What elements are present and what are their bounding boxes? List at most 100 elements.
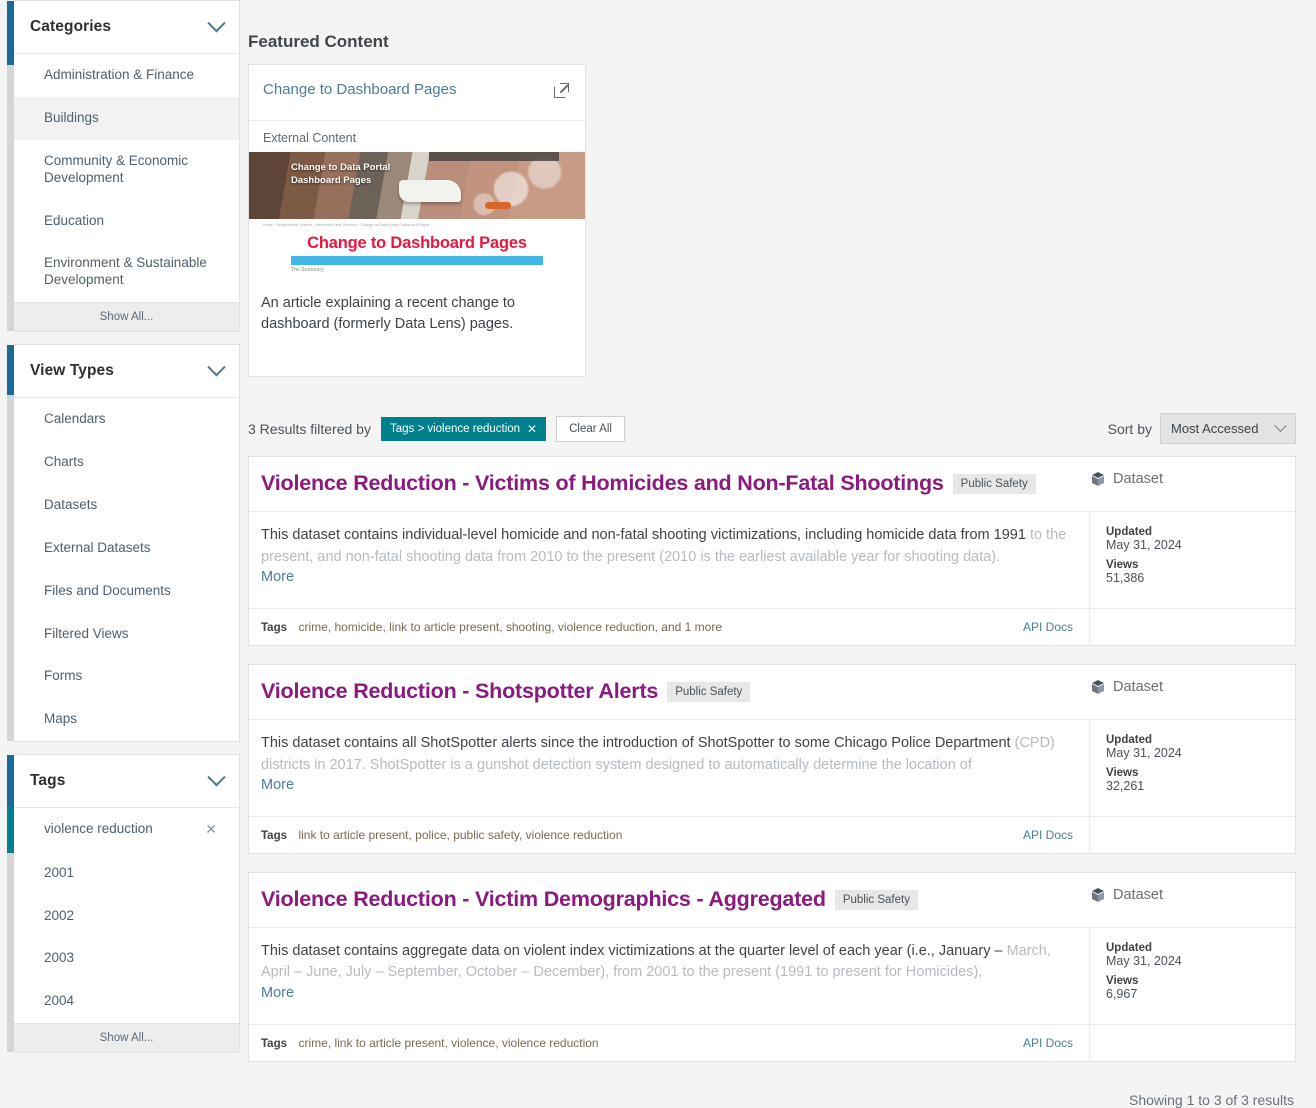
filter-chip-label: Tags > violence reduction (389, 422, 521, 435)
result-card: Violence Reduction - Victims of Homicide… (248, 456, 1296, 646)
thumbnail-photo: Change to Data Portal Dashboard Pages (249, 152, 585, 219)
tags-value[interactable]: link to article present, police, public … (298, 828, 622, 842)
facet-item-buildings[interactable]: Buildings (14, 96, 239, 140)
result-metadata: Updated May 31, 2024 Views 32,261 (1090, 720, 1295, 816)
facet-view-types-header[interactable]: View Types (14, 345, 239, 399)
facet-item-2002[interactable]: 2002 (14, 895, 239, 938)
tags-value[interactable]: crime, homicide, link to article present… (298, 620, 722, 634)
result-category-badge[interactable]: Public Safety (952, 474, 1036, 495)
facet-accent-bar (7, 1, 14, 332)
search-results-page: Categories Administration & Finance Buil… (0, 0, 1316, 1108)
result-description-wrap: This dataset contains all ShotSpotter al… (249, 719, 1090, 816)
facet-item-filtered-views[interactable]: Filtered Views (14, 613, 239, 656)
facet-item-administration-finance[interactable]: Administration & Finance (14, 54, 239, 97)
facet-item-files-and-documents[interactable]: Files and Documents (14, 570, 239, 613)
facet-tags-header[interactable]: Tags (14, 755, 239, 809)
close-icon[interactable]: ✕ (527, 422, 537, 436)
featured-content-heading: Featured Content (248, 32, 389, 51)
result-metadata: Updated May 31, 2024 Views 51,386 (1090, 512, 1295, 608)
result-card-body: This dataset contains all ShotSpotter al… (249, 719, 1295, 816)
sort-controls: Sort by Most Accessed (1108, 413, 1296, 445)
external-link-icon[interactable] (554, 83, 569, 98)
thumbnail-overlay-title: Change to Data Portal Dashboard Pages (291, 162, 391, 186)
facet-item-label: 2003 (44, 950, 75, 966)
facet-item-calendars[interactable]: Calendars (14, 398, 239, 441)
api-docs-link[interactable]: API Docs (1023, 828, 1073, 842)
facet-item-2003[interactable]: 2003 (14, 937, 239, 980)
result-card-footer: Tags crime, link to article present, vio… (249, 1023, 1295, 1061)
result-description-visible: This dataset contains all ShotSpotter al… (261, 734, 1011, 751)
tags-label: Tags (261, 1037, 287, 1050)
result-more-link[interactable]: More (261, 569, 294, 585)
facet-item-label: Files and Documents (44, 582, 171, 598)
sort-by-select[interactable]: Most Accessed (1160, 413, 1296, 445)
thumbnail-caption: Home / Departments / Assets, Information… (249, 219, 585, 281)
results-toolbar: 3 Results filtered by Tags > violence re… (248, 413, 1296, 445)
facet-item-datasets[interactable]: Datasets (14, 484, 239, 527)
facet-item-violence-reduction[interactable]: violence reduction ✕ (14, 808, 239, 852)
result-title-link[interactable]: Violence Reduction - Victims of Homicide… (261, 471, 944, 497)
facet-view-types-list: Calendars Charts Datasets External Datas… (14, 398, 239, 742)
tags-value[interactable]: crime, link to article present, violence… (298, 1036, 598, 1050)
result-more-link[interactable]: More (261, 777, 294, 793)
updated-value: May 31, 2024 (1106, 745, 1182, 760)
featured-thumbnail[interactable]: Change to Data Portal Dashboard Pages Ho… (249, 152, 585, 281)
facet-item-2001[interactable]: 2001 (14, 852, 239, 895)
tags-show-all-button[interactable]: Show All... (14, 1023, 239, 1053)
result-card: Violence Reduction - Shotspotter Alerts … (248, 663, 1296, 854)
facet-title: Tags (30, 772, 66, 790)
chevron-down-icon[interactable] (207, 13, 226, 32)
updated-label: Updated (1106, 525, 1152, 538)
facet-categories-header[interactable]: Categories (14, 1, 239, 54)
results-count-text: 3 Results filtered by (248, 420, 371, 437)
result-metadata: Updated May 31, 2024 Views 6,967 (1090, 928, 1295, 1024)
dataset-icon (1090, 887, 1106, 903)
chevron-down-icon[interactable] (207, 357, 226, 377)
facet-item-environment-sustainable-development[interactable]: Environment & Sustainable Development (14, 242, 239, 302)
facet-item-2004[interactable]: 2004 (14, 980, 239, 1023)
thumbnail-subhead: The Summary (291, 267, 325, 273)
facet-categories-list: Administration & Finance Buildings Commu… (14, 54, 239, 303)
api-docs-link[interactable]: API Docs (1023, 620, 1073, 634)
facet-item-label: 2002 (44, 907, 75, 923)
facet-item-maps[interactable]: Maps (14, 698, 239, 741)
tags-label: Tags (261, 621, 287, 634)
close-icon[interactable]: ✕ (205, 821, 217, 839)
footer-spacer (1090, 817, 1295, 853)
facet-item-education[interactable]: Education (14, 200, 239, 243)
facet-item-external-datasets[interactable]: External Datasets (14, 527, 239, 570)
categories-show-all-button[interactable]: Show All... (14, 302, 239, 332)
result-description: This dataset contains individual-level h… (261, 525, 1073, 569)
result-card-header: Violence Reduction - Victim Demographics… (249, 873, 1295, 928)
tags-label: Tags (261, 829, 287, 842)
result-card-header: Violence Reduction - Shotspotter Alerts … (249, 665, 1295, 720)
result-title-link[interactable]: Violence Reduction - Shotspotter Alerts (261, 679, 658, 705)
main-content: Featured Content Change to Dashboard Pag… (240, 0, 1316, 1108)
facet-item-label: Education (44, 212, 105, 228)
facet-view-types: View Types Calendars Charts Datasets Ext… (7, 344, 240, 743)
facet-item-label: Community & Economic Development (44, 152, 189, 185)
filter-chip-tags-violence-reduction[interactable]: Tags > violence reduction ✕ (380, 416, 547, 441)
footer-spacer (1090, 609, 1295, 645)
result-category-badge[interactable]: Public Safety (834, 889, 918, 910)
facet-item-charts[interactable]: Charts (14, 441, 239, 484)
facet-item-forms[interactable]: Forms (14, 655, 239, 698)
featured-title-link[interactable]: Change to Dashboard Pages (263, 81, 456, 98)
chevron-down-icon[interactable] (207, 767, 226, 787)
clear-all-button[interactable]: Clear All (556, 415, 625, 442)
facets-sidebar: Categories Administration & Finance Buil… (0, 0, 240, 1069)
result-card-body: This dataset contains aggregate data on … (249, 927, 1295, 1024)
views-value: 51,386 (1106, 570, 1145, 585)
result-card-footer: Tags crime, homicide, link to article pr… (249, 607, 1295, 645)
chevron-down-icon[interactable] (1274, 419, 1287, 433)
facet-title: Categories (30, 18, 112, 35)
featured-description: An article explaining a recent change to… (261, 295, 515, 332)
facet-item-community-economic-development[interactable]: Community & Economic Development (14, 140, 239, 200)
api-docs-link[interactable]: API Docs (1023, 1036, 1073, 1050)
result-category-badge[interactable]: Public Safety (667, 681, 751, 702)
facet-item-label: Calendars (44, 411, 106, 427)
thumbnail-headline: Change to Dashboard Pages (307, 234, 527, 252)
result-title-link[interactable]: Violence Reduction - Victim Demographics… (261, 887, 826, 913)
result-tags-row: Tags link to article present, police, pu… (249, 816, 1090, 853)
result-more-link[interactable]: More (261, 985, 294, 1001)
